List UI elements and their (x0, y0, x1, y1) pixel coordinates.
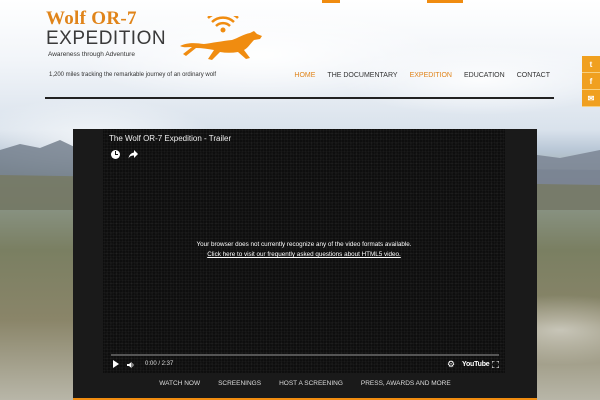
subnav-host-screening[interactable]: HOST A SCREENING (270, 380, 352, 387)
wolf-signal-icon (180, 16, 262, 60)
video-section: The Wolf OR-7 Expedition - Trailer Your … (73, 129, 537, 400)
header-divider (45, 97, 554, 99)
logo-subtitle: EXPEDITION (46, 28, 167, 49)
video-error-message: Your browser does not currently recogniz… (196, 241, 412, 248)
nav-expedition[interactable]: EXPEDITION (404, 72, 458, 79)
video-controls: 0:00 / 2:37 ⚙ YouTube (103, 358, 505, 372)
social-sidebar: t f ✉ (582, 56, 600, 107)
main-nav: HOME THE DOCUMENTARY EXPEDITION EDUCATIO… (288, 72, 556, 79)
twitter-icon[interactable]: t (582, 56, 600, 73)
nav-documentary[interactable]: THE DOCUMENTARY (321, 72, 403, 79)
youtube-logo[interactable]: YouTube (462, 361, 490, 368)
subnav-watch-now[interactable]: WATCH NOW (150, 380, 209, 387)
nav-education[interactable]: EDUCATION (458, 72, 511, 79)
video-subnav: WATCH NOW SCREENINGS HOST A SCREENING PR… (73, 380, 537, 387)
top-accent-tab-left (322, 0, 340, 3)
video-progress-bar[interactable] (111, 354, 499, 356)
site-logo[interactable]: Wolf OR-7 EXPEDITION Awareness through A… (46, 8, 262, 68)
volume-icon[interactable] (127, 361, 135, 369)
fullscreen-icon[interactable] (492, 361, 499, 368)
settings-gear-icon[interactable]: ⚙ (447, 359, 455, 370)
watch-later-icon[interactable] (111, 150, 120, 159)
share-icon[interactable] (128, 149, 138, 159)
top-accent-tab-right (427, 0, 463, 3)
video-player[interactable]: The Wolf OR-7 Expedition - Trailer Your … (103, 129, 505, 373)
subnav-screenings[interactable]: SCREENINGS (209, 380, 270, 387)
video-title[interactable]: The Wolf OR-7 Expedition - Trailer (109, 134, 231, 143)
video-time: 0:00 / 2:37 (145, 361, 174, 367)
subnav-press-awards[interactable]: PRESS, AWARDS AND MORE (352, 380, 460, 387)
site-tagline: 1,200 miles tracking the remarkable jour… (49, 72, 217, 78)
logo-tagline: Awareness through Adventure (48, 51, 135, 58)
email-icon[interactable]: ✉ (582, 90, 600, 107)
html5-faq-link[interactable]: Click here to visit our frequently asked… (103, 251, 505, 258)
logo-title: Wolf OR-7 (46, 8, 137, 29)
nav-contact[interactable]: CONTACT (511, 72, 556, 79)
play-icon[interactable] (113, 360, 119, 368)
facebook-icon[interactable]: f (582, 73, 600, 90)
nav-home[interactable]: HOME (288, 72, 321, 79)
